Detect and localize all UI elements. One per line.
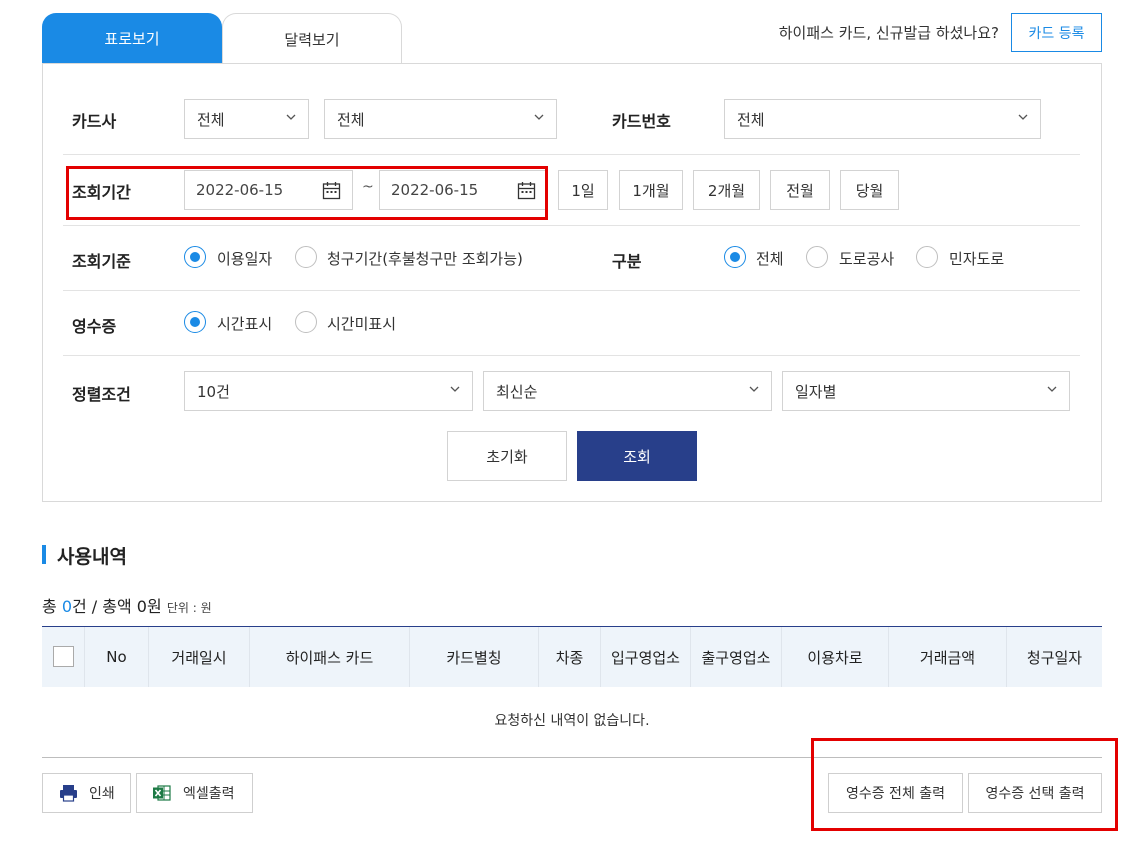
period-this-month-button[interactable]: 당월 — [840, 170, 899, 210]
th-vehicle-type: 차종 — [539, 627, 601, 687]
radio-division-private-label: 민자도로 — [949, 250, 1005, 268]
divider — [63, 355, 1080, 356]
radio-billing-period[interactable] — [295, 246, 317, 268]
chevron-down-icon — [1047, 386, 1057, 392]
chevron-down-icon — [534, 114, 544, 120]
period-1month-button[interactable]: 1개월 — [619, 170, 683, 210]
card-type-select[interactable]: 전체 — [324, 99, 557, 139]
chevron-down-icon — [749, 386, 759, 392]
section-title: 사용내역 — [57, 546, 127, 568]
reset-button[interactable]: 초기화 — [447, 431, 567, 481]
card-company-label: 카드사 — [72, 112, 117, 131]
radio-division-expressway[interactable] — [806, 246, 828, 268]
radio-division-all-label: 전체 — [756, 250, 784, 268]
radio-division-private[interactable] — [916, 246, 938, 268]
th-lane: 이용차로 — [782, 627, 889, 687]
page-size-select[interactable]: 10건 — [184, 371, 473, 411]
card-register-button[interactable]: 카드 등록 — [1011, 13, 1102, 52]
group-by-select-value: 일자별 — [795, 382, 837, 401]
card-company-select[interactable]: 전체 — [184, 99, 309, 139]
radio-usage-date[interactable] — [184, 246, 206, 268]
th-no: No — [85, 627, 149, 687]
th-card-alias: 카드별칭 — [410, 627, 539, 687]
chevron-down-icon — [450, 386, 460, 392]
card-number-label: 카드번호 — [612, 112, 671, 131]
th-amount: 거래금액 — [889, 627, 1007, 687]
chevron-down-icon — [1018, 114, 1028, 120]
th-exit-office: 출구영업소 — [691, 627, 782, 687]
tab-table-view[interactable]: 표로보기 — [42, 13, 222, 64]
table-header: No 거래일시 하이패스 카드 카드별칭 차종 입구영업소 출구영업소 이용차로… — [42, 626, 1102, 687]
empty-message: 요청하신 내역이 없습니다. — [494, 713, 650, 729]
card-number-select-value: 전체 — [737, 110, 765, 129]
radio-usage-date-label: 이용일자 — [217, 250, 273, 268]
group-by-select[interactable]: 일자별 — [782, 371, 1070, 411]
new-card-question: 하이패스 카드, 신규발급 하셨나요? — [778, 24, 999, 42]
summary-prefix: 총 — [42, 597, 62, 616]
receipt-label: 영수증 — [72, 317, 117, 336]
division-label: 구분 — [612, 252, 642, 271]
print-button-label: 인쇄 — [89, 786, 115, 802]
radio-billing-period-label: 청구기간(후불청구만 조회가능) — [327, 250, 523, 268]
th-datetime: 거래일시 — [149, 627, 250, 687]
th-checkbox — [42, 627, 85, 687]
radio-division-all[interactable] — [724, 246, 746, 268]
period-highlight-box — [66, 166, 548, 220]
search-button[interactable]: 조회 — [577, 431, 697, 481]
card-company-select-value: 전체 — [197, 110, 225, 129]
th-card: 하이패스 카드 — [250, 627, 410, 687]
period-2month-button[interactable]: 2개월 — [693, 170, 760, 210]
radio-division-expressway-label: 도로공사 — [839, 250, 895, 268]
printer-icon — [60, 785, 77, 802]
criteria-label: 조회기준 — [72, 252, 131, 271]
divider — [63, 290, 1080, 291]
print-button[interactable]: 인쇄 — [42, 773, 131, 813]
radio-show-time[interactable] — [184, 311, 206, 333]
chevron-down-icon — [286, 114, 296, 120]
summary-mid: 건 / 총액 0원 — [72, 597, 162, 616]
sort-order-select[interactable]: 최신순 — [483, 371, 772, 411]
tab-calendar-view[interactable]: 달력보기 — [222, 13, 402, 64]
radio-show-time-label: 시간표시 — [217, 315, 273, 333]
excel-export-button[interactable]: 엑셀출력 — [136, 773, 253, 813]
divider — [63, 154, 1080, 155]
excel-export-label: 엑셀출력 — [183, 786, 235, 802]
summary-count: 0 — [61, 597, 72, 616]
excel-icon — [153, 785, 171, 801]
sort-order-select-value: 최신순 — [496, 382, 538, 401]
period-1day-button[interactable]: 1일 — [558, 170, 608, 210]
sort-label: 정렬조건 — [72, 385, 131, 404]
th-entry-office: 입구영업소 — [601, 627, 691, 687]
period-last-month-button[interactable]: 전월 — [770, 170, 830, 210]
receipt-buttons-highlight-box — [811, 738, 1118, 831]
select-all-checkbox[interactable] — [53, 646, 74, 667]
divider — [63, 225, 1080, 226]
summary-unit: 단위 : 원 — [166, 601, 212, 615]
card-type-select-value: 전체 — [337, 110, 365, 129]
th-billing-date: 청구일자 — [1026, 648, 1083, 667]
card-number-select[interactable]: 전체 — [724, 99, 1041, 139]
radio-hide-time-label: 시간미표시 — [327, 315, 397, 333]
summary-line: 총 0건 / 총액 0원 단위 : 원 — [42, 593, 212, 617]
section-title-bar — [42, 545, 46, 564]
page-size-select-value: 10건 — [197, 382, 230, 401]
radio-hide-time[interactable] — [295, 311, 317, 333]
